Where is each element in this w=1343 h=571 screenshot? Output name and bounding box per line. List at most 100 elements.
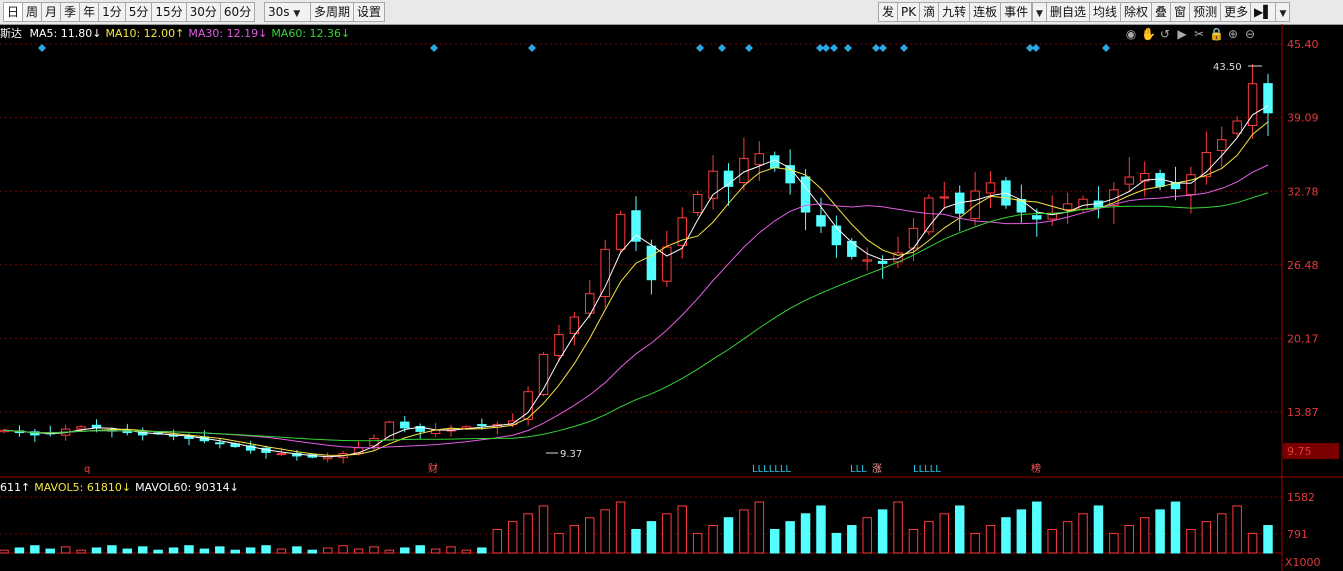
event-diamond-icon — [696, 44, 704, 52]
volume-bar-down — [1170, 501, 1181, 554]
candle-up — [754, 153, 765, 166]
event-diamond-icon — [430, 44, 438, 52]
volume-bar-up — [908, 528, 919, 554]
volume-bar-down — [215, 546, 225, 554]
volume-bar-up — [430, 548, 441, 554]
ma5-line — [3, 105, 1269, 458]
candle-down — [477, 424, 487, 427]
candle-up — [276, 453, 287, 456]
volume-bar-up — [739, 509, 749, 554]
candle-up — [662, 246, 672, 282]
volume-bar-down — [831, 532, 842, 554]
candle-up — [1186, 174, 1196, 195]
price-axis-label: 20.17 — [1287, 332, 1319, 345]
candlestick-chart[interactable]: 45.40 39.09 32.78 26.48 20.17 13.87 9.75 1582 79… — [0, 0, 1343, 571]
price-axis-label: 13.87 — [1287, 406, 1319, 419]
candle-down — [1263, 83, 1273, 114]
volume-bar-down — [45, 548, 55, 554]
volume-bar-down — [816, 505, 826, 554]
volume-bar-up — [893, 501, 903, 554]
volume-bar-up — [60, 546, 71, 554]
volume-bar-down — [122, 548, 133, 554]
volume-axis-label: 1582 — [1287, 491, 1315, 504]
volume-bar-down — [1001, 517, 1011, 554]
event-diamond-icon — [844, 44, 852, 52]
volume-bar-up — [1139, 517, 1150, 554]
candle-down — [831, 225, 842, 246]
event-diamond-icon — [900, 44, 908, 52]
candle-down — [877, 260, 888, 264]
candle-up — [76, 426, 86, 430]
candle-down — [1032, 215, 1042, 220]
candle-up — [384, 421, 395, 441]
event-marker: 榜 — [1031, 462, 1041, 475]
volume-bar-down — [1263, 525, 1273, 554]
event-diamond-icon — [38, 44, 46, 52]
volume-bar-up — [1247, 532, 1258, 554]
event-diamond-icon — [718, 44, 726, 52]
volume-bar-up — [461, 549, 472, 554]
volume-bar-up — [615, 501, 626, 554]
candle-up — [908, 227, 919, 249]
candle-up — [1078, 198, 1088, 210]
event-marker: LLLLL — [913, 464, 941, 475]
volume-bar-up — [677, 505, 687, 554]
volume-bar-up — [754, 501, 765, 554]
candle-down — [816, 215, 826, 227]
candle-up — [554, 334, 564, 356]
price-axis-label: 39.09 — [1287, 112, 1319, 125]
candle-up — [1232, 120, 1242, 134]
candle-up — [1217, 139, 1227, 151]
volume-bar-down — [307, 549, 318, 554]
volume-bar-up — [1062, 521, 1073, 554]
volume-bar-down — [168, 547, 179, 554]
candle-up — [615, 213, 626, 250]
volume-bar-down — [107, 545, 117, 554]
candle-up — [322, 456, 333, 460]
volume-bar-down — [30, 545, 40, 554]
candle-up — [970, 190, 980, 220]
volume-bar-up — [1201, 521, 1212, 554]
volume-bar-up — [585, 517, 595, 554]
volume-bar-up — [569, 525, 580, 554]
price-axis-label: 45.40 — [1287, 38, 1319, 51]
volume-unit-label: X1000 — [1285, 556, 1321, 569]
volume-bar-up — [384, 549, 395, 554]
volume-bar-down — [1093, 505, 1104, 554]
volume-bar-down — [1032, 501, 1042, 554]
volume-bar-up — [538, 505, 549, 554]
volume-bar-down — [1155, 509, 1165, 554]
volume-bar-up — [1217, 513, 1227, 554]
volume-bar-down — [769, 528, 780, 554]
volume-bar-up — [1124, 525, 1135, 554]
event-marker: q — [84, 464, 90, 475]
event-diamond-icon — [822, 44, 830, 52]
volume-bar-up — [970, 532, 980, 554]
volume-bar-up — [1232, 505, 1242, 554]
volume-bar-up — [76, 549, 86, 554]
event-diamond-icon — [872, 44, 880, 52]
candle-up — [985, 182, 996, 194]
volume-bar-down — [800, 513, 811, 554]
candle-up — [600, 248, 610, 298]
volume-bar-up — [924, 521, 934, 554]
candle-up — [1062, 203, 1073, 211]
volume-bar-up — [662, 513, 672, 554]
volume-bar-up — [0, 549, 9, 554]
volume-bar-up — [708, 525, 718, 554]
candle-up — [353, 447, 364, 454]
volume-bar-up — [338, 545, 348, 554]
price-axis-label: 32.78 — [1287, 185, 1319, 198]
event-marker: LLLLLLL — [752, 464, 791, 475]
volume-bar-up — [507, 521, 518, 554]
volume-bar-up — [1186, 528, 1196, 554]
candle-up — [1201, 152, 1212, 178]
price-axis-label: 26.48 — [1287, 259, 1319, 272]
current-price-tag: 9.75 — [1287, 445, 1312, 458]
volume-bar-up — [1047, 528, 1057, 554]
volume-bar-down — [847, 525, 857, 554]
candle-up — [1124, 176, 1135, 185]
volume-bar-down — [91, 547, 102, 554]
volume-bar-down — [14, 547, 25, 554]
volume-bar-down — [954, 505, 965, 554]
